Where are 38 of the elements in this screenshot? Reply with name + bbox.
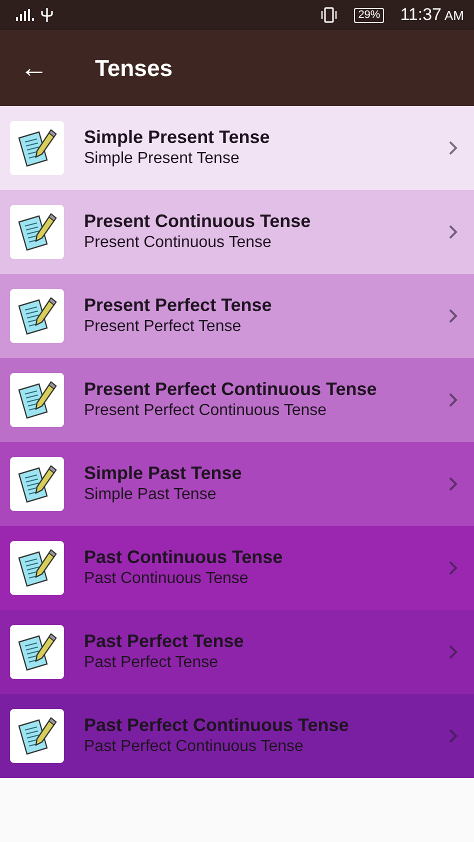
chevron-icon xyxy=(448,224,458,240)
signal-icon xyxy=(16,9,36,21)
list-item[interactable]: Present Perfect Continuous Tense Present Perfect Continuous Tense xyxy=(0,358,474,442)
item-subtitle: Present Continuous Tense xyxy=(84,232,272,253)
item-title: Present Perfect Continuous Tense xyxy=(84,378,377,401)
screen-title: Tenses xyxy=(95,54,173,83)
item-subtitle: Past Perfect Tense xyxy=(84,652,219,673)
list-item[interactable]: Present Perfect Tense Present Perfect Tense xyxy=(0,274,474,358)
item-title: Past Perfect Continuous Tense xyxy=(84,714,349,737)
chevron-icon xyxy=(448,728,458,744)
vibrate-icon xyxy=(320,7,338,23)
item-title: Simple Past Tense xyxy=(84,462,242,485)
item-subtitle: Past Continuous Tense xyxy=(84,568,250,589)
chevron-icon xyxy=(448,308,458,324)
list-item[interactable]: Present Continuous Tense Present Continuous Tense xyxy=(0,190,474,274)
usb-icon xyxy=(40,7,54,23)
clock-am-pm: AM xyxy=(444,7,464,26)
chevron-icon xyxy=(448,644,458,660)
item-subtitle: Simple Past Tense xyxy=(84,484,218,505)
item-title: Past Perfect Tense xyxy=(84,630,244,653)
chevron-icon xyxy=(448,392,458,408)
item-subtitle: Past Perfect Continuous Tense xyxy=(84,736,304,757)
chevron-icon xyxy=(448,476,458,492)
chevron-icon xyxy=(448,140,458,156)
item-title: Past Continuous Tense xyxy=(84,546,283,569)
item-subtitle: Simple Present Tense xyxy=(84,148,240,169)
list-item[interactable]: Simple Present Tense Simple Present Tense xyxy=(0,106,474,190)
clock-time: 11:37 xyxy=(400,4,442,26)
item-title: Simple Present Tense xyxy=(84,126,270,149)
item-subtitle: Present Perfect Tense xyxy=(84,316,242,337)
chevron-icon xyxy=(448,560,458,576)
battery-indicator: 29% xyxy=(354,8,384,22)
item-title: Present Perfect Tense xyxy=(84,294,272,317)
back-button[interactable]: ← xyxy=(20,54,80,82)
list-item[interactable]: Past Continuous Tense Past Continuous Tense xyxy=(0,526,474,610)
item-title: Present Continuous Tense xyxy=(84,210,311,233)
list-item[interactable]: Simple Past Tense Simple Past Tense xyxy=(0,442,474,526)
item-subtitle: Present Perfect Continuous Tense xyxy=(84,400,328,421)
